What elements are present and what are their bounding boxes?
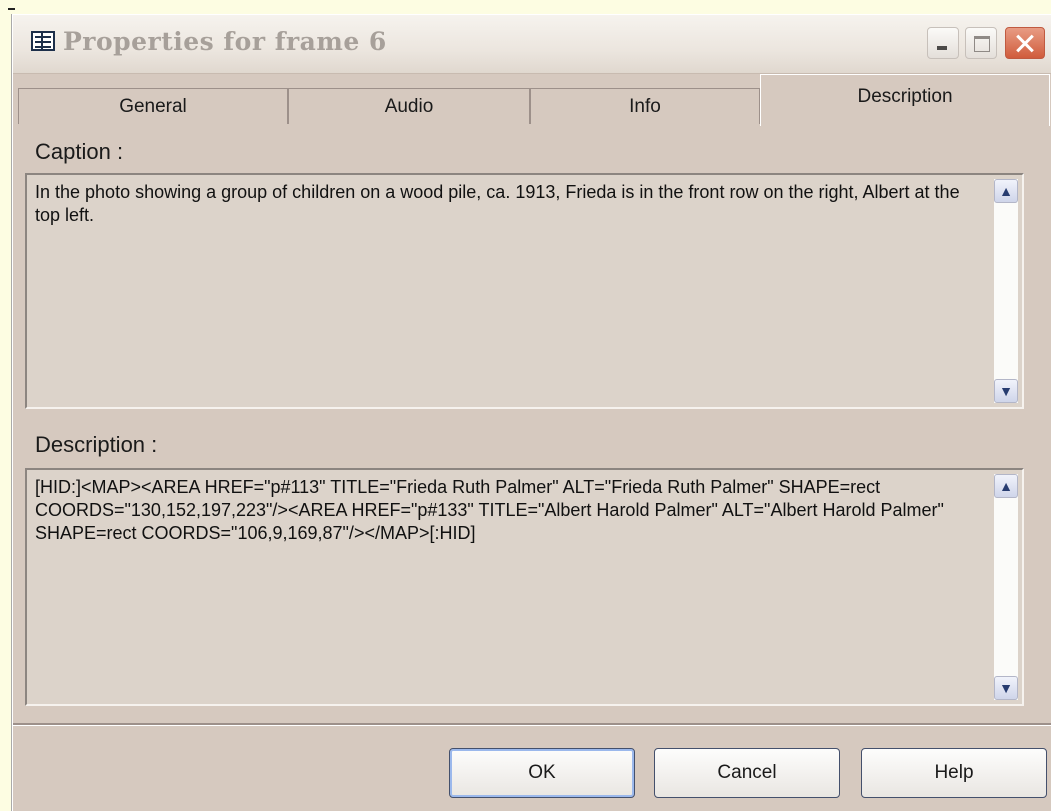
scroll-down-icon[interactable]: ▼ <box>994 379 1018 403</box>
caption-label: Caption : <box>35 139 124 164</box>
scroll-up-icon[interactable]: ▲ <box>994 179 1018 203</box>
description-textarea[interactable]: [HID:]<MAP><AREA HREF="p#113" TITLE="Fri… <box>25 468 1024 706</box>
dash-mark <box>8 8 15 10</box>
close-button[interactable] <box>1005 27 1045 59</box>
tab-strip: General Audio Info Description <box>18 74 1051 136</box>
scroll-down-icon[interactable]: ▼ <box>994 676 1018 700</box>
title-bar[interactable]: Properties for frame 6 <box>13 15 1051 74</box>
ok-button[interactable]: OK <box>449 748 635 798</box>
tab-info[interactable]: Info <box>530 88 760 124</box>
minimize-button[interactable] <box>927 27 959 59</box>
scroll-up-icon[interactable]: ▲ <box>994 474 1018 498</box>
caption-textarea[interactable]: In the photo showing a group of children… <box>25 173 1024 409</box>
description-text: [HID:]<MAP><AREA HREF="p#113" TITLE="Fri… <box>35 477 944 543</box>
tab-audio[interactable]: Audio <box>288 88 530 124</box>
window-title: Properties for frame 6 <box>63 27 387 56</box>
caption-text: In the photo showing a group of children… <box>35 182 960 225</box>
cancel-button[interactable]: Cancel <box>654 748 840 798</box>
tab-general[interactable]: General <box>18 88 288 124</box>
divider <box>13 723 1051 726</box>
properties-icon <box>31 31 55 51</box>
help-button[interactable]: Help <box>861 748 1047 798</box>
caption-scrollbar[interactable]: ▲ ▼ <box>994 179 1018 403</box>
tab-description[interactable]: Description <box>760 74 1050 126</box>
maximize-button[interactable] <box>965 27 997 59</box>
properties-dialog: Properties for frame 6 General Audio Inf… <box>12 14 1051 811</box>
description-scrollbar[interactable]: ▲ ▼ <box>994 474 1018 700</box>
description-label: Description : <box>35 432 158 457</box>
